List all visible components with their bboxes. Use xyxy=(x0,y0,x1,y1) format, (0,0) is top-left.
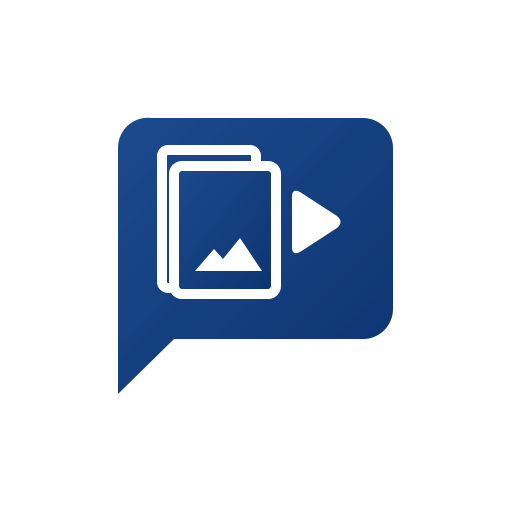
media-gallery-chat-bubble-icon xyxy=(117,117,393,394)
front-photo-card-icon xyxy=(169,161,281,299)
app-icon-canvas xyxy=(0,0,512,512)
